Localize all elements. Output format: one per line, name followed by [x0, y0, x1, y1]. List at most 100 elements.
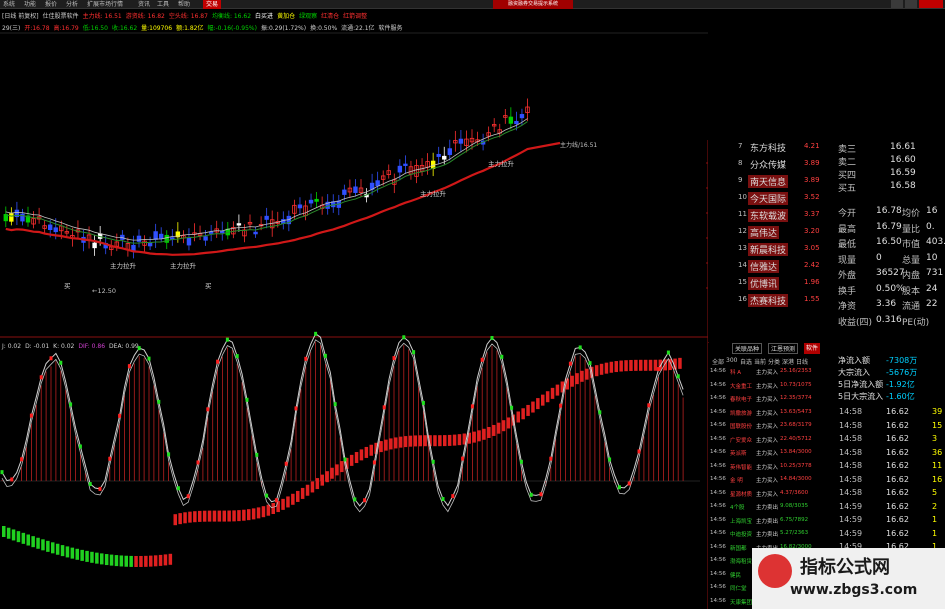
sector-name[interactable]: 东软载波 — [748, 209, 789, 222]
tick-stock[interactable]: 金 明 — [730, 476, 743, 484]
tick-stock[interactable]: 英伟智能 — [730, 463, 752, 471]
sector-name[interactable]: 新晨科技 — [748, 243, 789, 256]
signal-band-bar — [506, 417, 511, 429]
signal-band-bar — [340, 461, 344, 473]
k-line-marker — [186, 494, 190, 499]
signal-band-bar — [281, 498, 285, 510]
sector-change: 3.20 — [804, 227, 820, 235]
k-line-marker — [274, 498, 278, 503]
signal-band-bar — [639, 359, 643, 371]
tick-stock[interactable]: 英派斯 — [730, 449, 747, 457]
trade-price: 16.62 — [886, 515, 909, 524]
tab-0[interactable]: 关联品种 — [732, 343, 763, 354]
k-line-marker — [118, 413, 122, 418]
tick-stock[interactable]: 星源材质 — [730, 490, 752, 498]
signal-band-bar — [678, 357, 682, 369]
signal-band-bar — [90, 551, 94, 563]
k-line-marker — [225, 337, 229, 342]
signal-band-bar — [643, 359, 648, 371]
tick-stock[interactable]: 春秋电子 — [730, 395, 752, 403]
sector-name[interactable]: 分众传媒 — [748, 158, 788, 171]
tick-stock[interactable]: 上海凯宝 — [730, 517, 752, 525]
signal-band-bar — [129, 555, 133, 567]
signal-band-bar — [271, 503, 275, 515]
flow-header-item[interactable]: 全部 — [712, 357, 724, 366]
tick-action: 主力买入 — [756, 478, 779, 484]
tick-action: 主力买入 — [756, 397, 779, 403]
stat-label: 市值 — [902, 240, 921, 250]
tick-stock[interactable]: 广安爱众 — [730, 436, 752, 444]
candle-body — [308, 199, 314, 204]
tab-2[interactable]: 软件 — [804, 343, 821, 354]
k-line-marker — [88, 482, 92, 487]
trade-volume: 15 — [932, 420, 943, 430]
stat-value: 403.7 — [926, 237, 945, 247]
tick-action: 主力买入 — [756, 464, 779, 471]
tick-stock[interactable]: 大金重工 — [730, 382, 752, 390]
stat-value: 10 — [926, 252, 938, 263]
tab-1[interactable]: 江恩预测 — [768, 343, 799, 354]
tick-stock[interactable]: 凯撒旅游 — [730, 409, 752, 417]
signal-band-bar — [585, 368, 589, 380]
tick-stock[interactable]: 健民 — [730, 571, 741, 579]
flow-header-item[interactable]: 深港 — [782, 357, 794, 366]
k-line-marker — [568, 361, 572, 366]
sector-name[interactable]: 信雅达 — [748, 260, 780, 273]
signal-band-bar — [394, 437, 398, 449]
sector-name[interactable]: 南天信息 — [748, 175, 789, 188]
k-line-marker — [147, 356, 151, 361]
signal-band-bar — [384, 439, 388, 451]
sector-name[interactable]: 杰赛科技 — [748, 294, 789, 307]
sector-name[interactable]: 东方科技 — [748, 141, 788, 154]
tick-stock[interactable]: 中迪投资 — [730, 530, 752, 538]
stat-value: 0.50% — [876, 283, 905, 294]
tick-stock[interactable]: 同仁堂 — [730, 584, 747, 592]
k-line-marker — [0, 470, 4, 475]
signal-band-bar — [447, 434, 452, 446]
tick-stock[interactable]: 4个股 — [730, 503, 745, 511]
tick-stock[interactable]: 国联股份 — [730, 422, 752, 430]
k-line-marker — [441, 497, 445, 502]
tick-number: 9.08/3035 — [780, 503, 809, 509]
sector-rank: 16 — [738, 295, 747, 303]
trade-volume: 36 — [932, 447, 943, 457]
flow-header-item[interactable]: 当前 — [754, 357, 766, 366]
signal-band-bar — [168, 553, 173, 565]
signal-band-bar — [624, 360, 628, 372]
tick-stock[interactable]: 天康集团 — [730, 598, 752, 606]
flow-header-item[interactable]: 日线 — [796, 357, 808, 366]
sector-name[interactable]: 优博讯 — [748, 277, 780, 290]
k-line-marker — [196, 460, 200, 465]
tick-action: 主力买入 — [756, 410, 779, 417]
signal-band-bar — [443, 435, 447, 447]
trade-volume: 1 — [932, 528, 938, 538]
stat-label: 总量 — [902, 255, 921, 266]
flow-header-item[interactable]: 300 — [726, 357, 737, 364]
sector-name[interactable]: 高伟达 — [748, 226, 780, 239]
k-line-marker — [372, 460, 376, 465]
sector-name[interactable]: 今天国际 — [748, 192, 789, 205]
candle-body — [153, 231, 158, 240]
k-line-marker — [451, 494, 455, 499]
k-line-marker — [461, 456, 465, 461]
signal-band-bar — [51, 542, 55, 554]
tick-stock[interactable]: 新国都 — [730, 544, 747, 552]
flow-header-item[interactable]: 分类 — [768, 357, 780, 366]
stat-label: 外盘 — [838, 271, 857, 281]
signal-band-bar — [653, 359, 658, 371]
sector-rank: 10 — [738, 193, 747, 201]
candle-body — [442, 155, 447, 160]
orderbook-price: 16.60 — [890, 155, 916, 165]
buy-label: 买 — [205, 282, 212, 290]
tick-stock[interactable]: 科 A — [730, 368, 741, 376]
signal-band-bar — [379, 441, 383, 453]
flow-value: -1.92亿 — [886, 380, 915, 389]
flow-label: 大宗流入 — [838, 368, 870, 377]
signal-band-bar — [114, 555, 119, 567]
orderbook-label: 卖三 — [838, 145, 857, 155]
candle-body — [397, 165, 403, 173]
sector-rank: 11 — [738, 210, 747, 218]
signal-band-bar — [232, 510, 236, 522]
tick-stock[interactable]: 渤海租赁 — [730, 557, 752, 565]
flow-header-item[interactable]: 自选 — [740, 357, 752, 366]
